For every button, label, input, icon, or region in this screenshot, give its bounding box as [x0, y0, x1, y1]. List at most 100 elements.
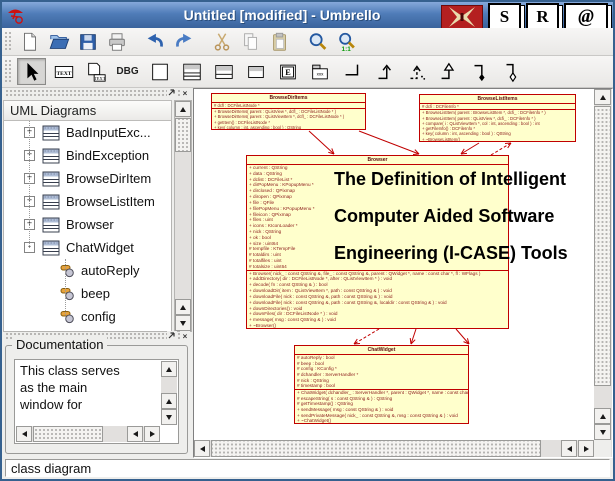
scroll-down-button[interactable] [161, 409, 177, 425]
emblem-at-button[interactable]: @ [564, 3, 608, 31]
cut-button[interactable] [209, 29, 235, 55]
tree-guide-line [65, 259, 66, 317]
emblem-r-button[interactable]: R [526, 3, 559, 31]
uml-class-chatwidget[interactable]: ChatWidget # autoReply : bool # beep : boo… [294, 345, 469, 424]
generalization-tool-button[interactable] [433, 58, 462, 85]
statusbar: class diagram [3, 458, 612, 479]
scroll-down-button[interactable] [175, 315, 191, 331]
tree-item-label: autoReply [81, 263, 140, 278]
documentation-vscrollbar[interactable] [161, 361, 177, 425]
class-icon [42, 194, 60, 209]
open-document-button[interactable] [46, 29, 72, 55]
association-tool-button[interactable] [337, 58, 366, 85]
scroll-thumb[interactable] [594, 106, 611, 386]
scroll-up-button[interactable] [594, 89, 611, 105]
interface-icon [214, 64, 233, 79]
scroll-right-button[interactable] [144, 426, 160, 442]
window-title: Untitled [modified] - Umbrello [183, 7, 381, 23]
canvas-vscrollbar[interactable] [594, 89, 611, 440]
scroll-thumb[interactable] [33, 426, 103, 442]
print-button[interactable] [104, 29, 130, 55]
tree-item-label: BindException [66, 148, 150, 163]
copy-icon [244, 32, 257, 50]
scroll-up-button[interactable] [161, 393, 177, 409]
redo-button[interactable] [171, 29, 197, 55]
documentation-textarea[interactable]: This class serves as the main window for [14, 359, 179, 444]
scroll-up-button[interactable] [161, 361, 177, 377]
tree-header[interactable]: UML Diagrams [3, 100, 172, 121]
diagram-floating-text[interactable]: The Definition of Intelligent Computer Ai… [334, 161, 568, 272]
scroll-left-button[interactable] [16, 426, 32, 442]
canvas-hscrollbar[interactable] [194, 440, 594, 457]
scroll-left-button[interactable] [561, 440, 577, 457]
svg-text:E: E [285, 68, 291, 77]
class-icon [42, 125, 60, 140]
tree-item-config[interactable]: config [4, 305, 171, 328]
composition-tool-button[interactable] [465, 58, 494, 85]
scroll-right-button[interactable] [578, 440, 594, 457]
copy-button[interactable] [238, 29, 264, 55]
scroll-left-button[interactable] [194, 440, 210, 457]
window-controls: S R @ [441, 3, 608, 31]
diagram-canvas[interactable]: BrowseDirItems # dcfl : DCFileListNode * +… [194, 89, 594, 440]
toolbar-drag-handle[interactable] [4, 30, 11, 53]
tree-item-label: beep [81, 286, 110, 301]
titlebar[interactable]: Untitled [modified] - Umbrello S R @ [2, 2, 613, 31]
class-icon [42, 171, 60, 186]
uml-operation: + ~BrowseListItem() [422, 136, 461, 142]
scroll-down-button[interactable] [594, 424, 611, 440]
emblem-s-button[interactable]: S [488, 3, 521, 31]
enum-tool-button[interactable]: E [273, 58, 302, 85]
select-tool-button[interactable] [17, 58, 46, 85]
aggregation-tool-button[interactable] [497, 58, 526, 85]
dock-drag-handle[interactable] [5, 89, 190, 97]
undo-button[interactable] [142, 29, 168, 55]
uni-association-tool-button[interactable] [369, 58, 398, 85]
box-tool-button[interactable] [145, 58, 174, 85]
save-button[interactable] [75, 29, 101, 55]
note-icon: TEXT [87, 62, 105, 82]
uml-class-browsediritems[interactable]: BrowseDirItems # dcfl : DCFileListNode * +… [211, 93, 366, 130]
dependency-tool-button[interactable] [401, 58, 430, 85]
diagram-floating-text-line: Computer Aided Software [334, 206, 555, 226]
debug-tool-button[interactable]: DBG [113, 58, 142, 85]
scroll-up-button[interactable] [594, 408, 611, 424]
note-tool-button[interactable]: TEXT [81, 58, 110, 85]
uml-tree: + BadInputExc... + BindException + BrowseDirI… [3, 121, 172, 332]
uml-tree-dock: × UML Diagrams + BadInputExc... + BindExcep… [3, 88, 192, 332]
attribute-icon [60, 288, 74, 301]
new-document-button[interactable] [17, 29, 43, 55]
dependency-icon [410, 64, 425, 80]
paste-button[interactable] [267, 29, 293, 55]
datatype-tool-button[interactable] [241, 58, 270, 85]
tree-scrollbar[interactable] [174, 100, 192, 332]
main-toolbar-items: 1:1 [17, 29, 360, 55]
zoom-find-button[interactable] [305, 29, 331, 55]
documentation-hscrollbar[interactable] [16, 426, 160, 442]
dock-float-button[interactable] [167, 88, 177, 98]
dock-close-button[interactable]: × [180, 331, 190, 341]
scroll-up-button[interactable] [175, 101, 191, 117]
aggregation-icon [506, 63, 516, 82]
scroll-left-button[interactable] [127, 426, 143, 442]
package-tool-button[interactable]: xxx [305, 58, 334, 85]
class-tool-button[interactable] [177, 58, 206, 85]
diagram-floating-text-line: Engineering (I-CASE) Tools [334, 243, 568, 263]
scroll-thumb[interactable] [175, 118, 191, 152]
dock-close-button[interactable]: × [180, 88, 190, 98]
interface-tool-button[interactable] [209, 58, 238, 85]
zoom-original-button[interactable]: 1:1 [334, 29, 360, 55]
scroll-thumb[interactable] [211, 440, 541, 457]
association-icon [345, 64, 358, 75]
uml-class-browselistitems[interactable]: BrowseListItems # dcfi : DCFileInfo * + Br… [419, 94, 576, 142]
attribute-icon [60, 265, 74, 278]
tools-toolbar-items: TEXT TEXT DBG Exxx [17, 58, 526, 85]
tree-item-label: BrowseListItem [66, 194, 155, 209]
tree-item-beep[interactable]: beep [4, 282, 171, 305]
scroll-up-button[interactable] [175, 299, 191, 315]
toolbar-drag-handle[interactable] [4, 59, 11, 84]
emblem-crest-button[interactable] [441, 5, 483, 29]
dock-float-button[interactable] [167, 331, 177, 341]
tree-item-autoreply[interactable]: autoReply [4, 259, 171, 282]
text-tool-button[interactable]: TEXT [49, 58, 78, 85]
